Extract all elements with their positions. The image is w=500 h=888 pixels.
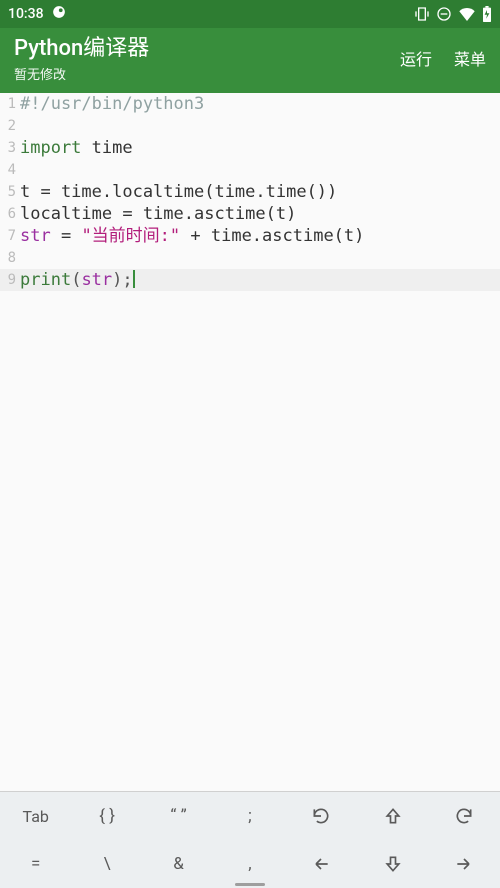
right-arrow-icon — [454, 854, 474, 874]
key-redo[interactable] — [429, 792, 500, 840]
key-equals[interactable]: = — [0, 840, 71, 888]
line-number: 1 — [0, 93, 18, 115]
left-arrow-icon — [311, 854, 331, 874]
run-button[interactable]: 运行 — [400, 46, 432, 70]
line-number: 9 — [0, 269, 18, 291]
key-comma[interactable]: , — [214, 840, 285, 888]
line-number: 6 — [0, 203, 18, 225]
code-text: str — [81, 270, 112, 290]
code-text: "当前时间:" — [81, 226, 180, 246]
vibrate-icon — [414, 6, 430, 22]
code-text: str — [20, 226, 51, 246]
line-number: 4 — [0, 159, 18, 181]
down-arrow-icon — [383, 854, 403, 874]
code-text: print — [20, 270, 71, 290]
code-text: time — [81, 138, 132, 158]
app-title: Python编译器 — [14, 36, 149, 62]
code-text: + time.asctime(t) — [180, 226, 364, 246]
status-bar: 10:38 — [0, 0, 500, 28]
code-text: localtime = time.asctime(t) — [20, 204, 296, 224]
key-right[interactable] — [429, 840, 500, 888]
key-shift[interactable] — [357, 792, 428, 840]
key-tab[interactable]: Tab — [0, 792, 71, 840]
key-quotes[interactable]: “ ” — [143, 792, 214, 840]
status-time: 10:38 — [8, 6, 44, 22]
code-text: = — [51, 226, 82, 246]
key-semicolon[interactable]: ; — [214, 792, 285, 840]
dnd-icon — [436, 6, 452, 22]
key-left[interactable] — [286, 840, 357, 888]
up-arrow-icon — [383, 806, 403, 826]
code-text: import — [20, 138, 81, 158]
key-label: , — [248, 854, 251, 874]
app-subtitle: 暂无修改 — [14, 64, 149, 83]
key-undo[interactable] — [286, 792, 357, 840]
cursor — [133, 270, 135, 288]
line-number: 7 — [0, 225, 18, 247]
key-braces[interactable]: { } — [71, 792, 142, 840]
code-text: ); — [112, 270, 132, 290]
code-text: ( — [71, 270, 81, 290]
drag-handle-icon — [235, 883, 265, 886]
menu-button[interactable]: 菜单 — [454, 46, 486, 70]
code-editor[interactable]: 1#!/usr/bin/python3 2 3import time 4 5t … — [0, 93, 500, 791]
code-text: t = time.localtime(time.time()) — [20, 182, 337, 202]
key-ampersand[interactable]: & — [143, 840, 214, 888]
wifi-icon — [458, 7, 476, 21]
key-backslash[interactable]: \ — [71, 840, 142, 888]
line-number: 2 — [0, 115, 18, 137]
app-bar: Python编译器 暂无修改 运行 菜单 — [0, 28, 500, 93]
line-number: 3 — [0, 137, 18, 159]
line-number: 5 — [0, 181, 18, 203]
undo-icon — [311, 806, 331, 826]
line-number: 8 — [0, 247, 18, 269]
key-down[interactable] — [357, 840, 428, 888]
code-text: #!/usr/bin/python3 — [20, 94, 204, 114]
redo-icon — [454, 806, 474, 826]
battery-charging-icon — [482, 6, 492, 22]
app-indicator-icon — [52, 5, 66, 23]
accessory-keyboard: Tab { } “ ” ; = \ & — [0, 791, 500, 888]
